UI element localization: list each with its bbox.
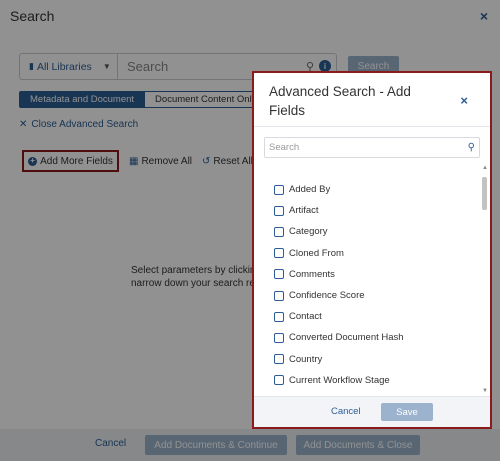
checkbox[interactable]	[274, 226, 284, 237]
checkbox[interactable]	[274, 248, 284, 259]
list-item[interactable]: Added By	[254, 179, 490, 200]
modal-header: Advanced Search - Add Fields ×	[254, 73, 490, 127]
checkbox[interactable]	[274, 205, 284, 216]
field-label: Artifact	[289, 205, 319, 217]
checkbox[interactable]	[274, 311, 284, 322]
list-item[interactable]: Confidence Score	[254, 285, 490, 306]
list-item[interactable]: Category	[254, 221, 490, 242]
field-list: Added By Artifact Category Cloned From C…	[254, 179, 490, 391]
field-label: Added By	[289, 184, 331, 196]
list-item[interactable]: Comments	[254, 264, 490, 285]
list-item[interactable]: Contact	[254, 306, 490, 327]
field-search-placeholder: Search	[269, 142, 300, 153]
field-label: Category	[289, 226, 328, 238]
checkbox[interactable]	[274, 184, 284, 195]
field-label: Cloned From	[289, 247, 344, 259]
field-label: Country	[289, 353, 323, 365]
modal-close-icon[interactable]: ×	[460, 93, 468, 108]
modal-cancel-button[interactable]: Cancel	[331, 406, 361, 417]
list-item[interactable]: Country	[254, 349, 490, 370]
modal-save-button[interactable]: Save	[381, 403, 433, 421]
list-item[interactable]: Artifact	[254, 200, 490, 221]
field-label: Comments	[289, 268, 335, 280]
scrollbar-thumb[interactable]	[482, 177, 487, 210]
add-fields-modal: Advanced Search - Add Fields × Search ⚲ …	[252, 71, 492, 429]
field-label: Converted Document Hash	[289, 332, 404, 344]
list-item[interactable]: Current Workflow Stage	[254, 370, 490, 391]
modal-footer: Cancel Save	[254, 396, 490, 427]
checkbox[interactable]	[274, 354, 284, 365]
field-label: Confidence Score	[289, 290, 365, 302]
list-item[interactable]: Cloned From	[254, 243, 490, 264]
checkbox[interactable]	[274, 332, 284, 343]
list-item[interactable]: Converted Document Hash	[254, 327, 490, 348]
checkbox[interactable]	[274, 375, 284, 386]
field-search-input[interactable]: Search ⚲	[264, 137, 480, 158]
search-icon[interactable]: ⚲	[468, 142, 475, 153]
field-list-scrollbar[interactable]: ▲ ▼	[481, 165, 489, 394]
modal-title: Advanced Search - Add Fields	[269, 84, 411, 118]
checkbox[interactable]	[274, 290, 284, 301]
checkbox[interactable]	[274, 269, 284, 280]
field-label: Current Workflow Stage	[289, 374, 390, 386]
scroll-down-icon[interactable]: ▼	[482, 388, 488, 394]
scroll-up-icon[interactable]: ▲	[482, 165, 488, 171]
field-label: Contact	[289, 311, 322, 323]
